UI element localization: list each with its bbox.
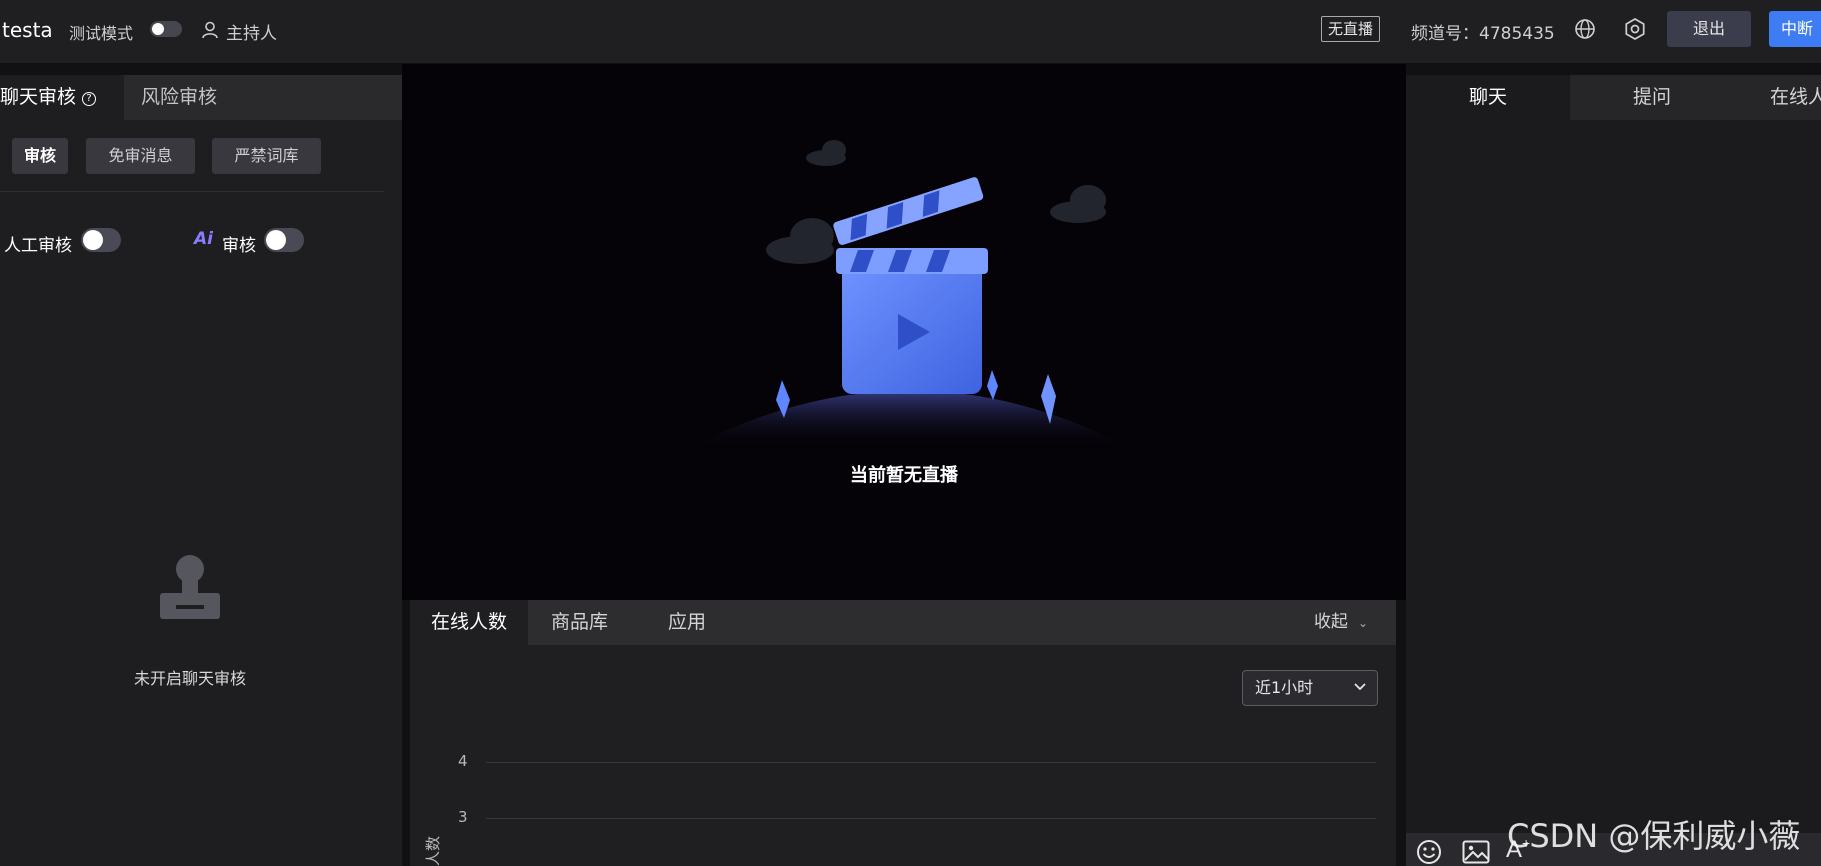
emoji-icon[interactable] [1416,839,1442,865]
stats-panel: 在线人数 商品库 应用 收起 ⌄ 近1小时 4 3 人数 [410,600,1396,866]
divider [0,191,384,192]
time-range-value: 近1小时 [1255,678,1314,697]
chevron-down-icon: ⌄ [1357,616,1368,630]
help-icon[interactable]: ? [82,92,97,106]
tab-chat-review-label: 聊天审核 [0,86,77,108]
right-panel: 聊天 提问 在线人 A+ [1406,75,1821,866]
stats-tab-bar: 在线人数 商品库 应用 收起 ⌄ [410,600,1396,645]
review-disabled-text: 未开启聊天审核 [133,669,246,688]
host-role-label: 主持人 [226,24,277,44]
left-tab-bar: 聊天审核? 风险审核 [0,75,402,120]
time-range-select[interactable]: 近1小时 [1242,670,1378,706]
globe-icon[interactable] [1574,18,1596,40]
tab-risk-review[interactable]: 风险审核 [141,75,217,120]
logout-button[interactable]: 退出 [1667,11,1751,47]
chevron-down-icon [1354,683,1366,691]
tab-chat-review[interactable]: 聊天审核? [0,75,124,120]
y-tick-label: 4 [458,752,468,770]
no-live-text: 当前暂无直播 [850,465,958,486]
channel-number: 频道号：4785435 [1411,24,1555,44]
y-axis-label: 人数 [424,835,442,866]
subtab-banned-words[interactable]: 严禁词库 [212,138,321,174]
tab-online-count[interactable]: 在线人数 [410,600,528,645]
subtab-exempt-messages[interactable]: 免审消息 [86,138,195,174]
tab-chat[interactable]: 聊天 [1406,75,1570,120]
tab-online-users[interactable]: 在线人 [1734,75,1821,120]
toggle-knob [266,230,286,250]
settings-icon[interactable] [1623,17,1647,41]
clapperboard-illustration [690,140,1130,448]
tab-apps[interactable]: 应用 [668,600,706,645]
left-panel: 聊天审核? 风险审核 审核 免审消息 严禁词库 人工审核 Ai 审核 未开启聊天… [0,75,402,866]
tab-product-library[interactable]: 商品库 [551,600,608,645]
gridline [486,762,1376,763]
top-bar: testa 测试模式 主持人 无直播 频道号：4785435 退出 中断 [0,0,1821,64]
watermark-text: CSDN @保利威小薇 [1507,817,1801,855]
y-tick-label: 3 [458,808,468,826]
tab-questions[interactable]: 提问 [1570,75,1734,120]
ai-review-toggle[interactable] [264,228,304,252]
ai-icon: Ai [194,229,213,249]
app-name: testa [2,18,53,42]
ai-review-label: 审核 [222,236,256,256]
collapse-label: 收起 [1313,612,1348,632]
user-icon [202,21,218,39]
toggle-knob [83,230,103,250]
subtab-review[interactable]: 审核 [12,138,68,174]
image-icon[interactable] [1462,840,1490,864]
collapse-panel-button[interactable]: 收起 ⌄ [1314,600,1368,645]
toggle-knob [152,23,164,35]
stamp-icon [160,555,220,619]
manual-review-toggle[interactable] [81,228,121,252]
manual-review-label: 人工审核 [4,236,72,256]
gridline [486,818,1376,819]
right-tab-bar: 聊天 提问 在线人 [1406,75,1821,120]
test-mode-label: 测试模式 [69,24,134,43]
stop-live-button[interactable]: 中断 [1769,11,1821,47]
live-status-badge: 无直播 [1321,16,1381,42]
test-mode-toggle[interactable] [150,21,182,37]
